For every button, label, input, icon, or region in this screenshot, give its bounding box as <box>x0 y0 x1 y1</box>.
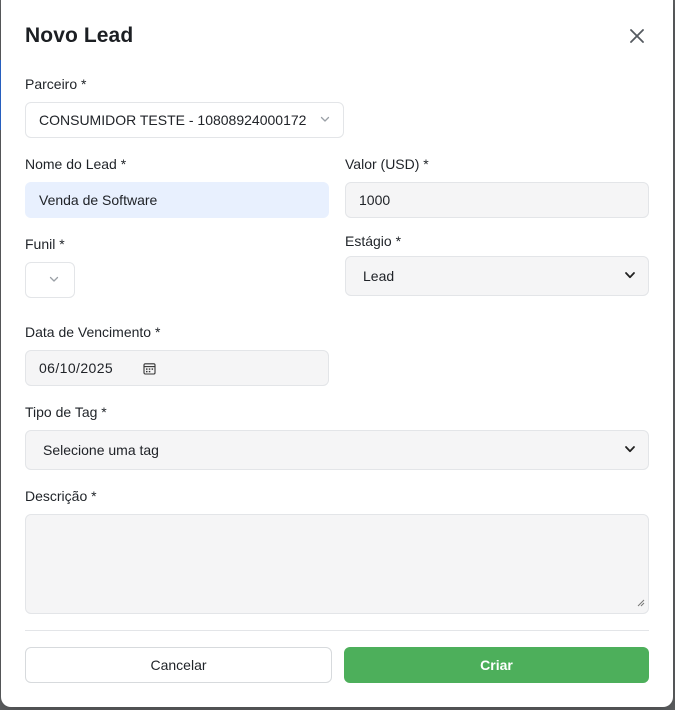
close-icon[interactable] <box>627 26 647 46</box>
value-usd-value: 1000 <box>359 192 391 208</box>
cancel-button[interactable]: Cancelar <box>25 647 332 683</box>
due-date-input[interactable]: 06/10/2025 <box>25 350 329 386</box>
chevron-down-icon <box>48 272 60 288</box>
partner-value: CONSUMIDOR TESTE - 10808924000172 <box>39 112 307 128</box>
chevron-down-icon <box>624 442 636 458</box>
tag-type-label: Tipo de Tag * <box>25 404 107 420</box>
tag-type-select[interactable]: Selecione uma tag <box>25 430 649 470</box>
lead-name-value: Venda de Software <box>39 192 158 208</box>
chevron-down-icon <box>624 268 636 284</box>
due-date-value: 06/10/2025 <box>39 360 114 376</box>
stage-select[interactable]: Lead <box>345 256 649 296</box>
lead-name-label: Nome do Lead * <box>25 156 127 172</box>
partner-label: Parceiro * <box>25 76 87 92</box>
resize-handle-icon[interactable] <box>636 594 645 610</box>
due-date-label: Data de Vencimento * <box>25 324 161 340</box>
stage-label: Estágio * <box>345 233 402 249</box>
funnel-select[interactable] <box>25 262 75 298</box>
create-button[interactable]: Criar <box>344 647 649 683</box>
divider <box>25 630 649 631</box>
description-label: Descrição * <box>25 488 97 504</box>
new-lead-dialog: Novo Lead Parceiro * CONSUMIDOR TESTE - … <box>1 0 673 707</box>
partner-select[interactable]: CONSUMIDOR TESTE - 10808924000172 <box>25 102 344 138</box>
tag-type-value: Selecione uma tag <box>43 442 159 458</box>
description-textarea[interactable] <box>25 514 649 614</box>
stage-value: Lead <box>363 268 395 284</box>
chevron-down-icon <box>319 112 331 128</box>
funnel-label: Funil * <box>25 236 65 252</box>
calendar-icon[interactable] <box>143 362 156 375</box>
lead-name-input[interactable]: Venda de Software <box>25 182 329 218</box>
dialog-title: Novo Lead <box>25 24 134 47</box>
value-usd-input[interactable]: 1000 <box>345 182 649 218</box>
value-usd-label: Valor (USD) * <box>345 156 429 172</box>
